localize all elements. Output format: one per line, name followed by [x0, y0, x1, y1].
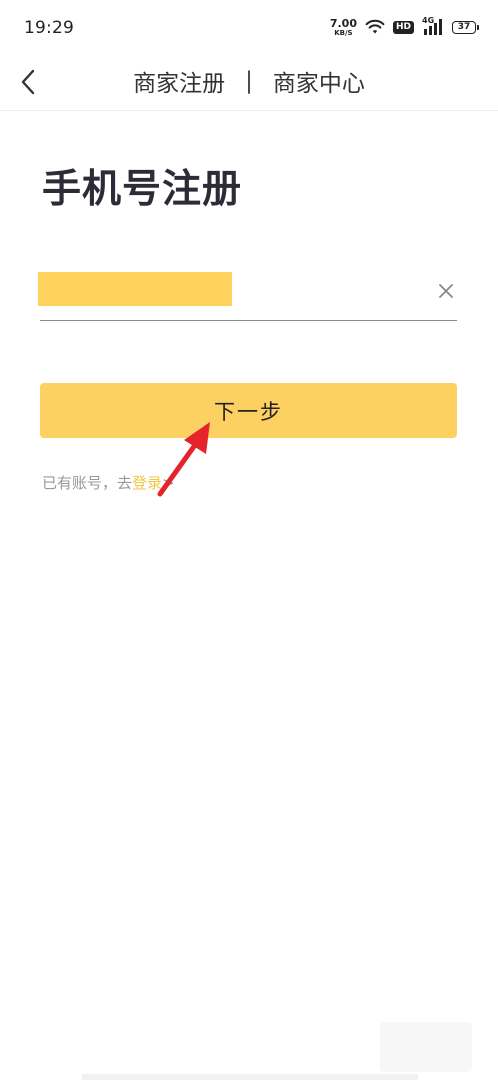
nav-bar: 商家注册 | 商家中心 — [0, 56, 498, 111]
gesture-bar — [82, 1074, 418, 1080]
battery-level: 37 — [457, 21, 471, 32]
tab-merchant-register[interactable]: 商家注册 — [133, 64, 225, 98]
network-speed-value: 7.00 — [329, 16, 357, 30]
close-icon — [439, 284, 453, 298]
status-time: 19:29 — [24, 18, 74, 38]
status-bar: 19:29 7.00 KB/S HD 4G 37 — [0, 0, 498, 56]
login-prompt: 已有账号，去 — [42, 474, 133, 492]
nav-separator: | — [245, 68, 253, 94]
hd-icon: HD — [392, 20, 414, 34]
red-arrow-annotation — [157, 422, 210, 497]
wifi-icon — [365, 19, 385, 34]
network-speed-unit: KB/S — [334, 28, 353, 37]
phone-number-redaction — [38, 272, 232, 306]
clear-button[interactable] — [435, 280, 457, 302]
network-speed: 7.00 KB/S — [330, 18, 357, 37]
status-icons: 7.00 KB/S HD 4G 37 — [330, 14, 479, 40]
nav-title: 商家注册 | 商家中心 — [0, 64, 498, 98]
tab-merchant-center[interactable]: 商家中心 — [273, 64, 365, 98]
battery-icon: 37 — [452, 20, 479, 34]
page-title: 手机号注册 — [42, 167, 243, 212]
bottom-smudge — [380, 1022, 472, 1072]
next-button[interactable]: 下一步 — [40, 383, 457, 438]
phone-field[interactable] — [38, 268, 457, 321]
signal-icon: 4G — [422, 16, 444, 36]
